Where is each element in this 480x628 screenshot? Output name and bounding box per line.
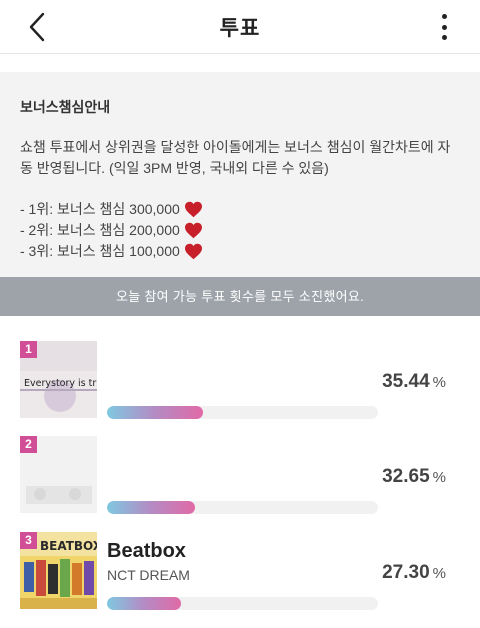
vote-percent: 27.30% bbox=[382, 562, 446, 584]
vote-exhausted-banner: 오늘 참여 가능 투표 횟수를 모두 소진했어요. bbox=[0, 277, 480, 316]
app-header: 투표 bbox=[0, 0, 480, 54]
percent-sign: % bbox=[432, 374, 446, 391]
vote-progress-bar bbox=[107, 597, 378, 610]
reward-item-3: - 3위: 보너스 챔심 100,000 bbox=[20, 241, 460, 262]
vote-progress-fill bbox=[107, 501, 196, 514]
vote-progress-bar bbox=[107, 406, 378, 419]
vote-percent-value: 27.30 bbox=[382, 562, 430, 583]
cover-text: BEATBOX bbox=[40, 539, 97, 553]
reward-label: - 3위: 보너스 챔심 100,000 bbox=[20, 243, 180, 259]
notice-title: 보너스챔심안내 bbox=[20, 99, 111, 115]
album-cover: 3 BEATBOX bbox=[20, 532, 97, 609]
heart-icon bbox=[184, 243, 202, 260]
artist-name: NCT DREAM bbox=[107, 567, 190, 583]
vote-progress-fill bbox=[107, 597, 181, 610]
vote-percent: 32.65% bbox=[382, 466, 446, 488]
rank-badge: 3 bbox=[20, 532, 37, 549]
ranking-item-1[interactable]: 1 Everystory is true a generation 35.44% bbox=[0, 341, 480, 421]
ranking-item-2[interactable]: 2 32.65% bbox=[0, 436, 480, 516]
rank-badge: 2 bbox=[20, 436, 37, 453]
reward-item-1: - 1위: 보너스 챔심 300,000 bbox=[20, 199, 460, 220]
more-dot bbox=[441, 35, 447, 40]
more-vertical-icon bbox=[441, 14, 447, 19]
album-cover: 1 Everystory is true a generation bbox=[20, 341, 97, 418]
vote-progress-bar bbox=[107, 501, 378, 514]
reward-label: - 1위: 보너스 챔심 300,000 bbox=[20, 201, 180, 217]
reward-item-2: - 2위: 보너스 챔심 200,000 bbox=[20, 220, 460, 241]
notice-body: 쇼챔 투표에서 상위권을 달성한 아이돌에게는 보너스 챔심이 월간차트에 자동… bbox=[20, 139, 451, 176]
percent-sign: % bbox=[432, 565, 446, 582]
bonus-notice: 보너스챔심안내 쇼챔 투표에서 상위권을 달성한 아이돌에게는 보너스 챔심이 … bbox=[0, 72, 480, 277]
more-options-button[interactable] bbox=[434, 11, 454, 43]
ranking-item-3[interactable]: 3 BEATBOX Beatbox NCT DREAM 27.30% bbox=[0, 532, 480, 612]
album-cover: 2 bbox=[20, 436, 97, 513]
heart-icon bbox=[184, 222, 202, 239]
vote-percent-value: 32.65 bbox=[382, 466, 430, 487]
vote-percent: 35.44% bbox=[382, 371, 446, 393]
heart-icon bbox=[184, 201, 202, 218]
reward-label: - 2위: 보너스 챔심 200,000 bbox=[20, 222, 180, 238]
cover-text: Everystory is true a generation bbox=[24, 378, 97, 389]
vote-progress-fill bbox=[107, 406, 204, 419]
vote-percent-value: 35.44 bbox=[382, 371, 430, 392]
more-dot bbox=[441, 24, 447, 30]
page-title: 투표 bbox=[219, 17, 261, 40]
rank-badge: 1 bbox=[20, 341, 37, 358]
song-title: Beatbox bbox=[107, 540, 186, 562]
percent-sign: % bbox=[432, 469, 446, 486]
